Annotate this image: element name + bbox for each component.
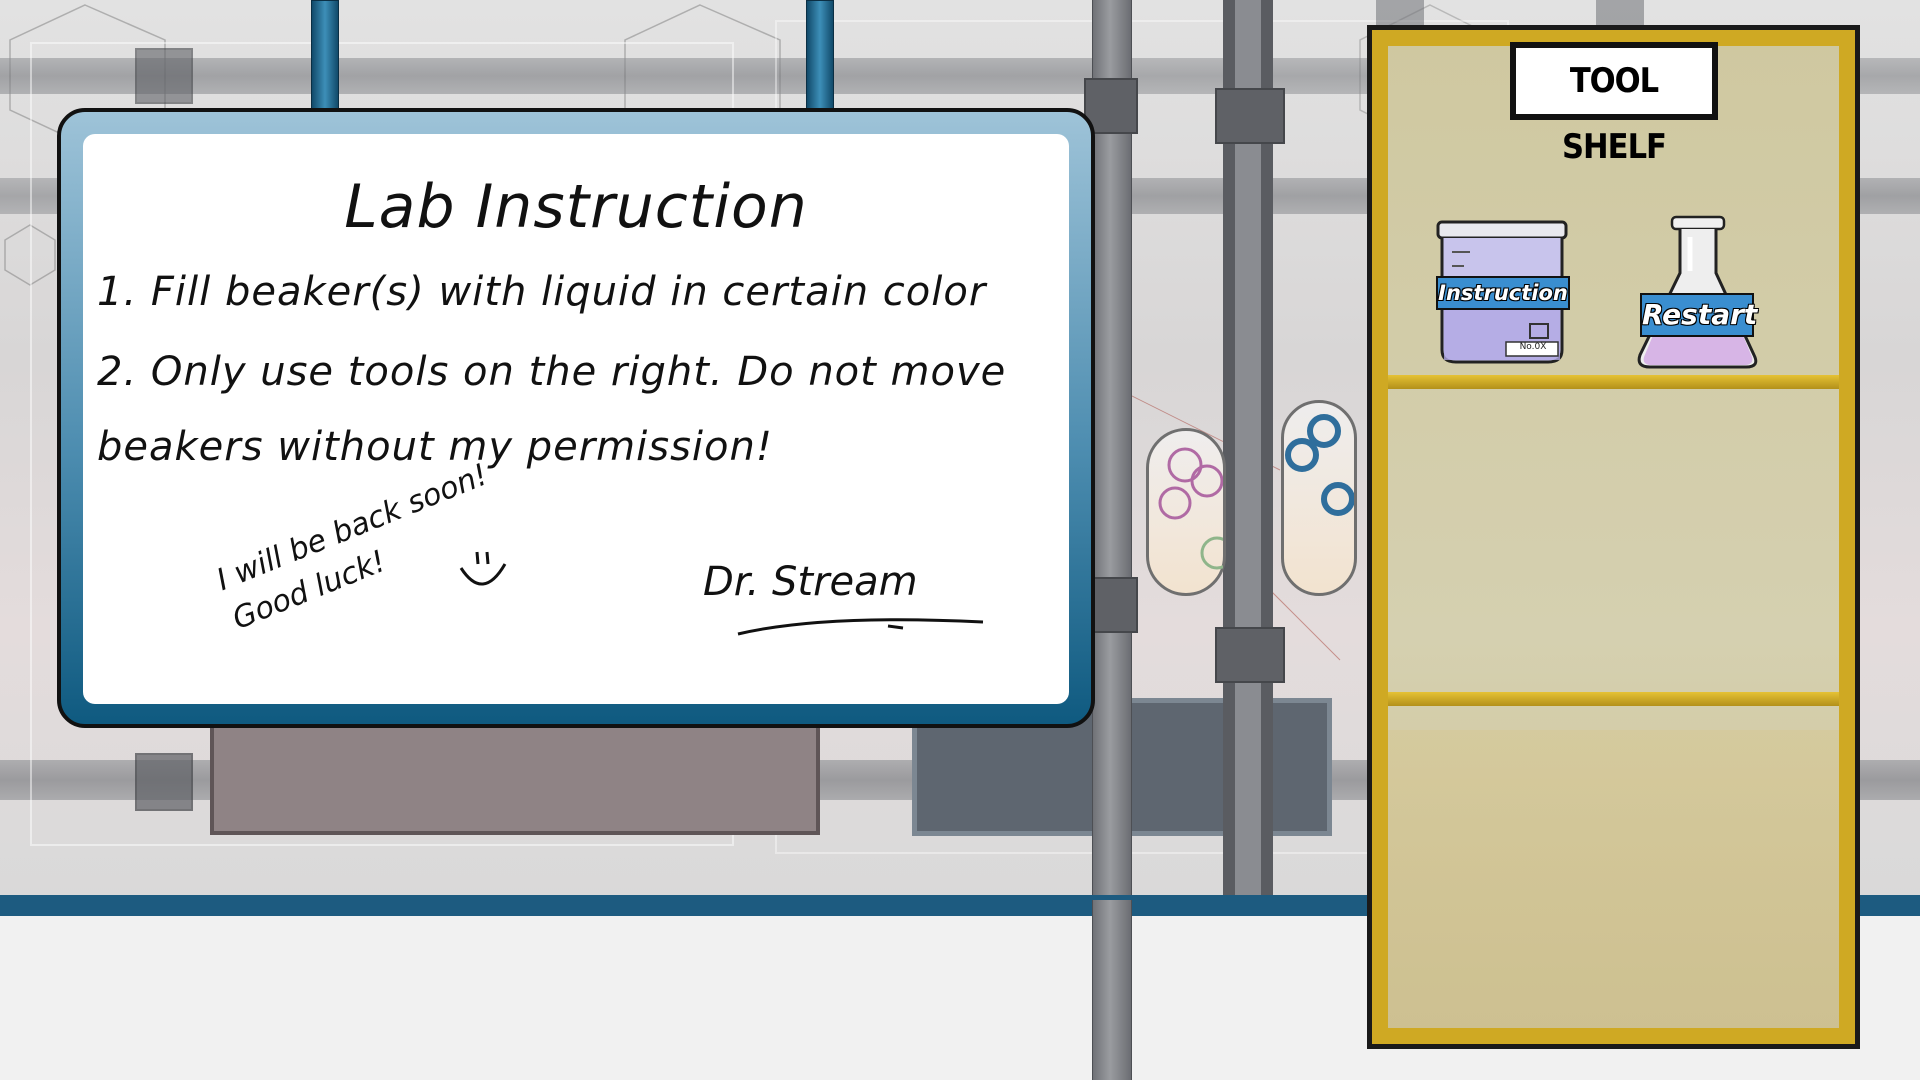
shelf-plank (1388, 375, 1839, 389)
bubbles-icon (1158, 447, 1234, 570)
beaker-1[interactable] (1146, 428, 1234, 596)
shelf-frame (1372, 30, 1855, 1044)
sign-hanger (311, 0, 339, 117)
signature: Dr. Stream (703, 559, 918, 605)
vertical-pipe (1092, 900, 1132, 1080)
sign-board: Lab Instruction 1. Fill beaker(s) with l… (83, 134, 1069, 704)
instruction-line-3: beakers without my permission! (97, 424, 773, 470)
smiley-icon (459, 551, 507, 586)
tool-shelf: TOOL SHELF Instruction No.0X Restart (1367, 25, 1860, 1049)
restart-label: Restart (1640, 293, 1757, 337)
restart-tool-button[interactable]: Restart (1632, 215, 1762, 373)
bubbles-icon (1285, 414, 1355, 516)
instruction-label: Instruction (1436, 276, 1570, 310)
beaker-2[interactable] (1281, 400, 1357, 596)
instruction-line-1: 1. Fill beaker(s) with liquid in certain… (97, 269, 987, 315)
instruction-sign: Lab Instruction 1. Fill beaker(s) with l… (57, 108, 1095, 728)
sign-hanger (806, 0, 834, 117)
signature-underline (737, 618, 984, 636)
sign-title: Lab Instruction (344, 172, 808, 242)
instruction-tool-button[interactable]: Instruction No.0X (1432, 220, 1572, 370)
shelf-title: TOOL SHELF (1510, 42, 1718, 167)
instruction-sublabel: No.0X (1519, 342, 1547, 352)
shelf-plank (1388, 692, 1839, 706)
pipe-joint (1215, 88, 1285, 144)
pipe-joint (1215, 627, 1285, 683)
instruction-line-2: 2. Only use tools on the right. Do not m… (97, 349, 1007, 395)
